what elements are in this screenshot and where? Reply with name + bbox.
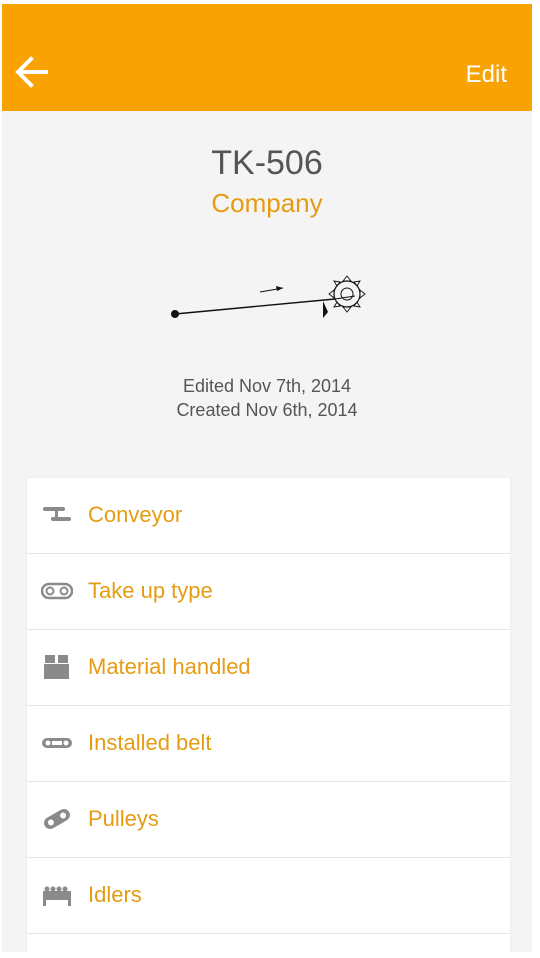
list-item-idlers[interactable]: Idlers	[27, 858, 510, 934]
belt-icon	[42, 738, 72, 748]
list-item-pulleys[interactable]: Pulleys	[27, 782, 510, 858]
equipment-id: TK-506	[211, 144, 323, 182]
list-item-label: Pulleys	[88, 806, 159, 831]
list-item-label: Idlers	[88, 882, 142, 907]
arrow-left-icon	[15, 56, 48, 88]
conveyor-icon	[43, 507, 71, 521]
list-item-installed-belt[interactable]: Installed belt	[27, 706, 510, 782]
idlers-icon	[43, 886, 71, 906]
list-item-conveyor[interactable]: Conveyor	[27, 478, 510, 554]
list-item-label: Conveyor	[88, 502, 183, 527]
app-bar: Edit	[2, 4, 532, 111]
edited-date: Edited Nov 7th, 2014	[182, 376, 352, 396]
company-name: Company	[211, 188, 323, 218]
settings-list: Conveyor Take up type Material handled I…	[27, 478, 510, 952]
conveyor-diagram	[171, 275, 366, 318]
list-item-label: Installed belt	[88, 730, 212, 755]
list-item-material-handled[interactable]: Material handled	[27, 630, 510, 706]
box-icon	[44, 655, 69, 679]
app-screen: Edit TK-506 Company Edited Nov 7th, 2014…	[2, 4, 532, 952]
list-item-label: Material handled	[88, 654, 251, 679]
pulleys-icon	[44, 809, 70, 829]
list-item-take-up-type[interactable]: Take up type	[27, 554, 510, 630]
created-date: Created Nov 6th, 2014	[176, 400, 358, 420]
back-button[interactable]	[12, 52, 52, 92]
list-item-label: Take up type	[88, 578, 213, 603]
take-up-icon	[41, 582, 73, 600]
edit-button[interactable]: Edit	[466, 61, 507, 89]
